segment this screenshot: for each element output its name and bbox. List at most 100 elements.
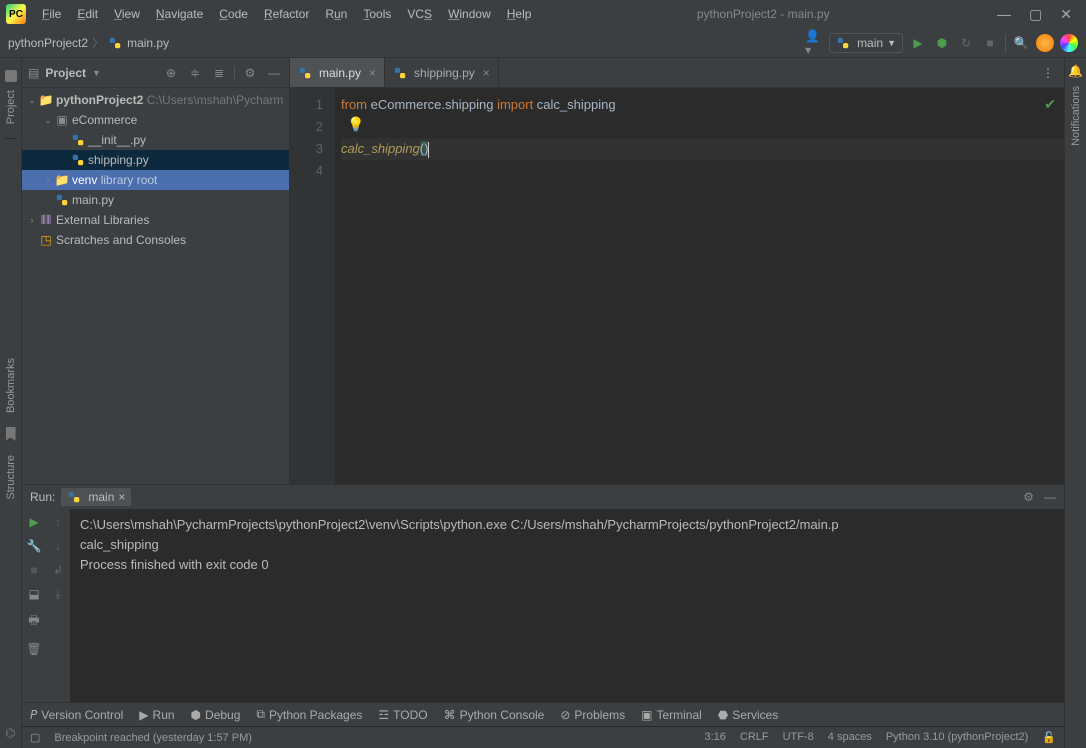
menu-help[interactable]: Help [499, 3, 540, 25]
menu-window[interactable]: Window [440, 3, 499, 25]
search-icon[interactable]: 🔍 [1012, 34, 1030, 52]
project-stripe-icon [5, 70, 17, 82]
bookmarks-icon [6, 427, 16, 441]
stop-button[interactable]: ■ [981, 34, 999, 52]
menu-code[interactable]: Code [211, 3, 256, 25]
debug-button[interactable]: ⬢ [933, 34, 951, 52]
run-toolwindow: Run: main × ⚙ — ▶ 🔧 ■ ⬓ 🖶 🗑 [22, 484, 1064, 702]
terminal-tab[interactable]: ▣Terminal [641, 708, 702, 722]
window-minimize[interactable]: — [997, 6, 1011, 23]
todo-icon: ☲ [378, 708, 389, 722]
menu-edit[interactable]: Edit [69, 3, 106, 25]
tab-shipping[interactable]: shipping.py× [385, 58, 499, 87]
run-config-dropdown[interactable]: main ▼ [829, 33, 903, 53]
pyconsole-tab[interactable]: ⌘Python Console [444, 708, 545, 722]
run-nav-toolbar: ↑ ↓ ↲ ⤓ [46, 509, 70, 702]
packages-tab[interactable]: ⧉Python Packages [256, 707, 362, 722]
close-tab-icon[interactable]: × [483, 66, 490, 80]
tab-main[interactable]: main.py× [290, 58, 385, 87]
structure-icon: ⌬ [5, 726, 15, 740]
editor-tabbar: main.py× shipping.py× ⋮ [290, 58, 1064, 88]
layout-icon[interactable]: ⬓ [28, 587, 39, 601]
vcs-tab[interactable]: 𝘗Version Control [30, 708, 123, 722]
services-icon: ⬣ [718, 708, 728, 722]
intention-bulb-icon[interactable]: 💡 [347, 116, 364, 133]
encoding[interactable]: UTF-8 [783, 731, 814, 744]
softwrap-icon[interactable]: ↲ [53, 563, 63, 577]
chevron-down-icon: ▼ [887, 38, 896, 48]
lock-icon[interactable]: 🔓 [1042, 731, 1056, 744]
ide-updates-icon[interactable] [1036, 34, 1054, 52]
editor-area: main.py× shipping.py× ⋮ 1234 💡 ✔ [290, 58, 1064, 484]
up-icon[interactable]: ↑ [55, 515, 61, 529]
collapse-all-icon[interactable]: ≣ [210, 64, 228, 82]
stop-icon[interactable]: ■ [30, 563, 37, 577]
down-icon[interactable]: ↓ [55, 539, 61, 553]
caret-position[interactable]: 3:16 [704, 731, 725, 744]
menu-run[interactable]: Run [317, 3, 355, 25]
menu-vcs[interactable]: VCS [399, 3, 440, 25]
editor-more-icon[interactable]: ⋮ [1032, 58, 1064, 87]
run-config-name: main [857, 36, 883, 50]
line-separator[interactable]: CRLF [740, 731, 769, 744]
status-bar: ▢ Breakpoint reached (yesterday 1:57 PM)… [22, 726, 1064, 748]
coverage-button[interactable]: ↻ [957, 34, 975, 52]
gear-icon[interactable]: ⚙ [241, 64, 259, 82]
breadcrumb-file[interactable]: main.py [127, 36, 169, 50]
menu-tools[interactable]: Tools [355, 3, 399, 25]
run-button[interactable]: ▶ [909, 34, 927, 52]
notifications-icon[interactable]: 🔔 [1068, 64, 1083, 78]
console-output[interactable]: C:\Users\mshah\PycharmProjects\pythonPro… [70, 509, 1064, 702]
run-tab[interactable]: ▶Run [139, 708, 174, 722]
services-tab[interactable]: ⬣Services [718, 708, 779, 722]
project-stripe-button[interactable]: Project [5, 58, 17, 139]
window-title: pythonProject2 - main.py [539, 7, 987, 21]
structure-stripe[interactable]: Structure [5, 455, 17, 500]
window-maximize[interactable]: ▢ [1029, 6, 1042, 23]
status-message: Breakpoint reached (yesterday 1:57 PM) [54, 732, 252, 744]
menu-navigate[interactable]: Navigate [148, 3, 211, 25]
print-icon[interactable]: 🖶 [28, 611, 39, 632]
package-icon: ⧉ [256, 707, 265, 722]
bookmarks-stripe[interactable]: Bookmarks [5, 358, 17, 413]
problems-tab[interactable]: ⊘Problems [560, 708, 625, 722]
hide-icon[interactable]: — [265, 64, 283, 82]
user-icon[interactable]: 👤▾ [805, 34, 823, 52]
line-gutter[interactable]: 1234 [290, 88, 335, 484]
todo-tab[interactable]: ☲TODO [378, 708, 427, 722]
breadcrumb-project[interactable]: pythonProject2 [8, 36, 88, 50]
menu-file[interactable]: File [34, 3, 69, 25]
navbar: pythonProject2 〉 main.py 👤▾ main ▼ ▶ ⬢ ↻… [0, 28, 1086, 58]
notifications-stripe[interactable]: Notifications [1070, 86, 1082, 146]
python-icon [836, 36, 850, 50]
plugins-icon[interactable] [1060, 34, 1078, 52]
gear-icon[interactable]: ⚙ [1023, 490, 1034, 504]
scroll-end-icon[interactable]: ⤓ [55, 587, 60, 602]
expand-all-icon[interactable]: ≑ [186, 64, 204, 82]
wrench-icon[interactable]: 🔧 [27, 539, 42, 553]
interpreter[interactable]: Python 3.10 (pythonProject2) [886, 731, 1028, 744]
terminal-icon: ▣ [641, 708, 652, 722]
run-tab-main[interactable]: main × [61, 488, 131, 506]
chevron-down-icon[interactable]: ▼ [92, 68, 101, 78]
rerun-icon[interactable]: ▶ [29, 515, 38, 529]
hide-icon[interactable]: — [1044, 490, 1056, 504]
inspect-ok-icon[interactable]: ✔ [1044, 96, 1056, 113]
code-editor[interactable]: 1234 💡 ✔ from eCommerce.shipping import … [290, 88, 1064, 484]
status-widgets-icon[interactable]: ▢ [30, 731, 40, 744]
close-runtab-icon[interactable]: × [118, 490, 125, 504]
menu-view[interactable]: View [106, 3, 148, 25]
trash-icon[interactable]: 🗑 [26, 642, 41, 656]
pycharm-logo: PC [6, 4, 26, 24]
close-tab-icon[interactable]: × [369, 66, 376, 80]
window-close[interactable]: ✕ [1060, 6, 1072, 23]
menu-refactor[interactable]: Refactor [256, 3, 317, 25]
left-toolwindow-stripe: Project Bookmarks Structure ⌬ [0, 58, 22, 748]
indent[interactable]: 4 spaces [828, 731, 872, 744]
project-pane-title[interactable]: Project [45, 66, 86, 80]
python-icon: ⌘ [444, 708, 456, 722]
project-tree[interactable]: ⌄📁pythonProject2 C:\Users\mshah\Pycharm … [22, 88, 289, 484]
debug-tab[interactable]: ⬢Debug [191, 708, 241, 722]
select-opened-file-icon[interactable]: ⊕ [162, 64, 180, 82]
titlebar: PC File Edit View Navigate Code Refactor… [0, 0, 1086, 28]
